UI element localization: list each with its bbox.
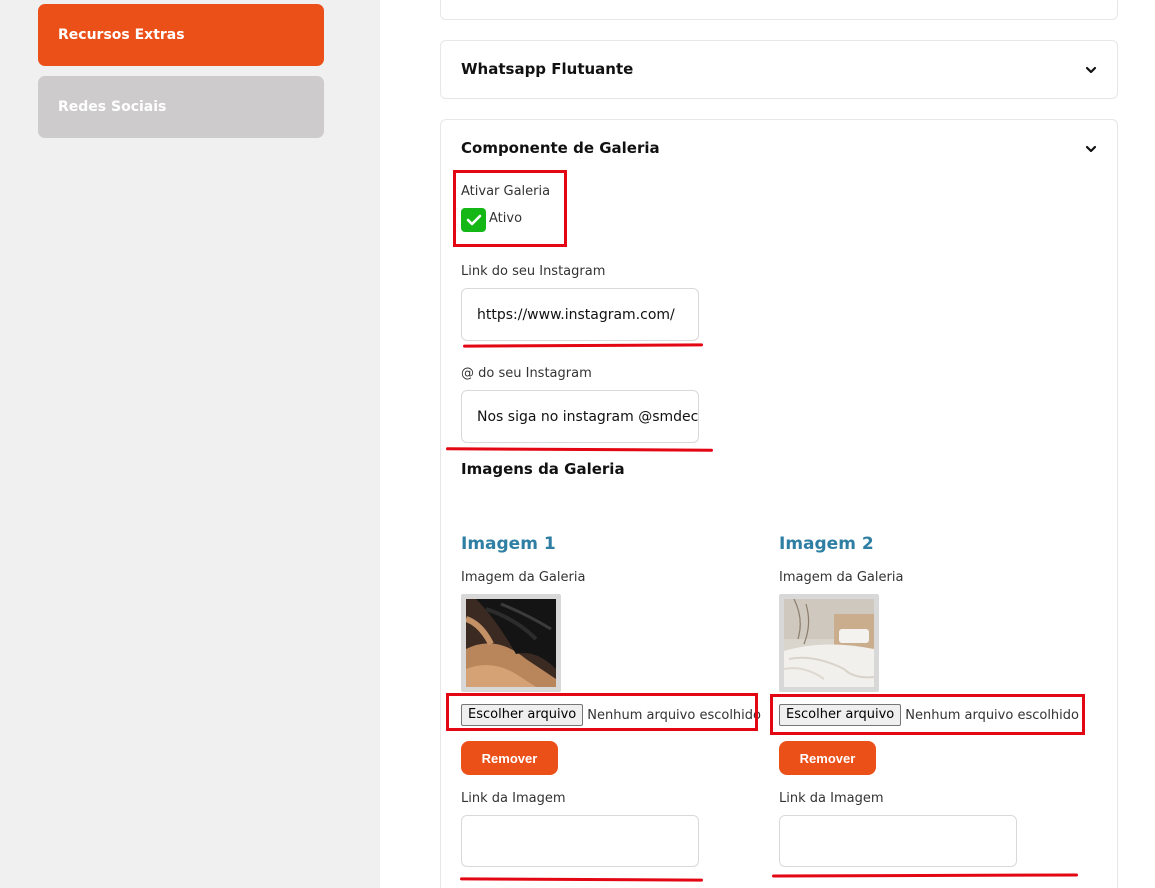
- section-title: Whatsapp Flutuante: [461, 60, 634, 78]
- gallery-images-heading: Imagens da Galeria: [461, 460, 625, 478]
- sidebar-item-redes-sociais[interactable]: Redes Sociais: [38, 76, 324, 138]
- image-2-link-input[interactable]: [779, 815, 1017, 867]
- remove-image-1-button[interactable]: Remover: [461, 741, 558, 775]
- section-title: Componente de Galeria: [461, 139, 660, 157]
- image-2-thumbnail: [779, 594, 879, 692]
- annotation-box: [446, 693, 758, 731]
- sidebar-item-recursos-extras[interactable]: Recursos Extras: [38, 4, 324, 66]
- image-1-label: Imagem da Galeria: [461, 570, 586, 585]
- instagram-handle-input[interactable]: Nos siga no instagram @smdeco: [461, 390, 699, 443]
- image-2-title: Imagem 2: [779, 534, 874, 554]
- sidebar: Recursos Extras Redes Sociais: [0, 0, 380, 888]
- annotation-box: [770, 694, 1085, 735]
- remove-image-2-button[interactable]: Remover: [779, 741, 876, 775]
- image-2-label: Imagem da Galeria: [779, 570, 904, 585]
- annotation-box: [453, 170, 567, 247]
- image-1-thumbnail: [461, 594, 561, 692]
- image-1-title: Imagem 1: [461, 534, 556, 554]
- chevron-down-icon[interactable]: [1085, 65, 1097, 75]
- previous-section-card: [440, 0, 1118, 20]
- chevron-down-icon[interactable]: [1085, 144, 1097, 154]
- sidebar-item-label: Redes Sociais: [58, 99, 167, 115]
- whatsapp-section-header[interactable]: Whatsapp Flutuante: [440, 40, 1118, 99]
- sidebar-item-label: Recursos Extras: [58, 27, 185, 43]
- image-1-link-label: Link da Imagem: [461, 791, 566, 806]
- image-2-link-label: Link da Imagem: [779, 791, 884, 806]
- instagram-handle-label: @ do seu Instagram: [461, 366, 592, 381]
- instagram-link-input[interactable]: https://www.instagram.com/: [461, 288, 699, 341]
- image-1-link-input[interactable]: [461, 815, 699, 867]
- instagram-link-label: Link do seu Instagram: [461, 264, 606, 279]
